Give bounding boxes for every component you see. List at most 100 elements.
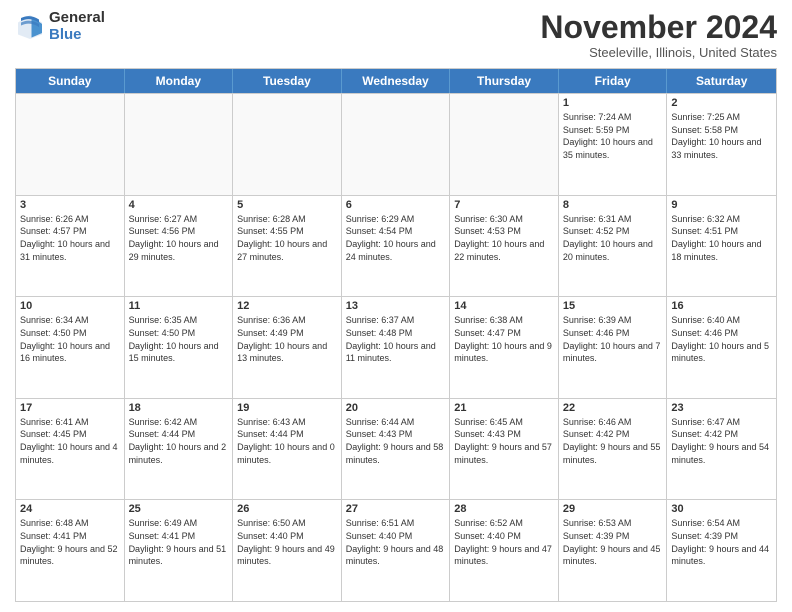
- day-cell-10: 10 Sunrise: 6:34 AM Sunset: 4:50 PM Dayli…: [16, 297, 125, 398]
- day-info: Sunrise: 6:50 AM Sunset: 4:40 PM Dayligh…: [237, 517, 337, 567]
- day-number: 10: [20, 300, 120, 312]
- weekday-header-thursday: Thursday: [450, 69, 559, 93]
- day-info: Sunrise: 6:41 AM Sunset: 4:45 PM Dayligh…: [20, 416, 120, 466]
- logo-icon: [15, 12, 45, 42]
- day-number: 18: [129, 402, 229, 414]
- day-number: 29: [563, 503, 663, 515]
- day-cell-28: 28 Sunrise: 6:52 AM Sunset: 4:40 PM Dayli…: [450, 500, 559, 601]
- day-cell-18: 18 Sunrise: 6:42 AM Sunset: 4:44 PM Dayli…: [125, 399, 234, 500]
- day-number: 21: [454, 402, 554, 414]
- location: Steeleville, Illinois, United States: [540, 45, 777, 60]
- month-title: November 2024: [540, 10, 777, 45]
- day-number: 27: [346, 503, 446, 515]
- day-cell-2: 2 Sunrise: 7:25 AM Sunset: 5:58 PM Daylig…: [667, 94, 776, 195]
- calendar-row-3: 17Sunrise: 6:41 AM Sunset: 4:45 PM Dayli…: [16, 398, 776, 500]
- day-cell-7: 7Sunrise: 6:30 AM Sunset: 4:53 PM Daylig…: [450, 196, 559, 297]
- day-info: Sunrise: 6:53 AM Sunset: 4:39 PM Dayligh…: [563, 517, 663, 567]
- calendar-row-0: 1 Sunrise: 7:24 AM Sunset: 5:59 PM Daylig…: [16, 93, 776, 195]
- day-cell-14: 14 Sunrise: 6:38 AM Sunset: 4:47 PM Dayli…: [450, 297, 559, 398]
- weekday-header-wednesday: Wednesday: [342, 69, 451, 93]
- day-cell-23: 23 Sunrise: 6:47 AM Sunset: 4:42 PM Dayli…: [667, 399, 776, 500]
- empty-cell: [16, 94, 125, 195]
- day-info: Sunrise: 6:34 AM Sunset: 4:50 PM Dayligh…: [20, 314, 120, 364]
- day-number: 14: [454, 300, 554, 312]
- day-number: 15: [563, 300, 663, 312]
- day-info: Sunrise: 6:40 AM Sunset: 4:46 PM Dayligh…: [671, 314, 772, 364]
- day-info: Sunrise: 6:45 AM Sunset: 4:43 PM Dayligh…: [454, 416, 554, 466]
- day-cell-21: 21 Sunrise: 6:45 AM Sunset: 4:43 PM Dayli…: [450, 399, 559, 500]
- title-block: November 2024 Steeleville, Illinois, Uni…: [540, 10, 777, 60]
- day-number: 6: [346, 199, 446, 211]
- day-info: Sunrise: 6:27 AM Sunset: 4:56 PM Dayligh…: [129, 213, 229, 263]
- day-number: 28: [454, 503, 554, 515]
- day-info: Sunrise: 6:32 AM Sunset: 4:51 PM Dayligh…: [671, 213, 772, 263]
- day-info: Sunrise: 6:38 AM Sunset: 4:47 PM Dayligh…: [454, 314, 554, 364]
- day-number: 5: [237, 199, 337, 211]
- day-number: 25: [129, 503, 229, 515]
- day-cell-22: 22 Sunrise: 6:46 AM Sunset: 4:42 PM Dayli…: [559, 399, 668, 500]
- day-cell-24: 24 Sunrise: 6:48 AM Sunset: 4:41 PM Dayli…: [16, 500, 125, 601]
- calendar: SundayMondayTuesdayWednesdayThursdayFrid…: [15, 68, 777, 602]
- day-cell-3: 3 Sunrise: 6:26 AM Sunset: 4:57 PM Daylig…: [16, 196, 125, 297]
- day-info: Sunrise: 6:49 AM Sunset: 4:41 PM Dayligh…: [129, 517, 229, 567]
- weekday-header-monday: Monday: [125, 69, 234, 93]
- day-number: 2: [671, 97, 772, 109]
- day-cell-15: 15 Sunrise: 6:39 AM Sunset: 4:46 PM Dayli…: [559, 297, 668, 398]
- logo-blue-text: Blue: [49, 27, 105, 44]
- day-cell-17: 17Sunrise: 6:41 AM Sunset: 4:45 PM Dayli…: [16, 399, 125, 500]
- day-number: 24: [20, 503, 120, 515]
- day-cell-8: 8 Sunrise: 6:31 AM Sunset: 4:52 PM Daylig…: [559, 196, 668, 297]
- day-info: Sunrise: 6:28 AM Sunset: 4:55 PM Dayligh…: [237, 213, 337, 263]
- day-number: 19: [237, 402, 337, 414]
- day-info: Sunrise: 7:24 AM Sunset: 5:59 PM Dayligh…: [563, 111, 663, 161]
- header: General Blue November 2024 Steeleville, …: [15, 10, 777, 60]
- day-number: 1: [563, 97, 663, 109]
- day-info: Sunrise: 6:29 AM Sunset: 4:54 PM Dayligh…: [346, 213, 446, 263]
- day-info: Sunrise: 6:48 AM Sunset: 4:41 PM Dayligh…: [20, 517, 120, 567]
- day-number: 12: [237, 300, 337, 312]
- day-number: 26: [237, 503, 337, 515]
- day-info: Sunrise: 6:54 AM Sunset: 4:39 PM Dayligh…: [671, 517, 772, 567]
- day-info: Sunrise: 7:25 AM Sunset: 5:58 PM Dayligh…: [671, 111, 772, 161]
- day-cell-26: 26 Sunrise: 6:50 AM Sunset: 4:40 PM Dayli…: [233, 500, 342, 601]
- day-info: Sunrise: 6:42 AM Sunset: 4:44 PM Dayligh…: [129, 416, 229, 466]
- weekday-header-tuesday: Tuesday: [233, 69, 342, 93]
- day-cell-19: 19 Sunrise: 6:43 AM Sunset: 4:44 PM Dayli…: [233, 399, 342, 500]
- day-cell-12: 12Sunrise: 6:36 AM Sunset: 4:49 PM Dayli…: [233, 297, 342, 398]
- calendar-row-1: 3 Sunrise: 6:26 AM Sunset: 4:57 PM Daylig…: [16, 195, 776, 297]
- day-info: Sunrise: 6:31 AM Sunset: 4:52 PM Dayligh…: [563, 213, 663, 263]
- empty-cell: [125, 94, 234, 195]
- day-info: Sunrise: 6:44 AM Sunset: 4:43 PM Dayligh…: [346, 416, 446, 466]
- day-number: 3: [20, 199, 120, 211]
- logo-general-text: General: [49, 10, 105, 27]
- day-cell-5: 5 Sunrise: 6:28 AM Sunset: 4:55 PM Daylig…: [233, 196, 342, 297]
- calendar-body: 1 Sunrise: 7:24 AM Sunset: 5:59 PM Daylig…: [16, 93, 776, 601]
- weekday-header-friday: Friday: [559, 69, 668, 93]
- day-number: 13: [346, 300, 446, 312]
- calendar-row-4: 24 Sunrise: 6:48 AM Sunset: 4:41 PM Dayli…: [16, 499, 776, 601]
- day-cell-13: 13Sunrise: 6:37 AM Sunset: 4:48 PM Dayli…: [342, 297, 451, 398]
- day-number: 4: [129, 199, 229, 211]
- day-cell-27: 27 Sunrise: 6:51 AM Sunset: 4:40 PM Dayli…: [342, 500, 451, 601]
- day-info: Sunrise: 6:26 AM Sunset: 4:57 PM Dayligh…: [20, 213, 120, 263]
- day-cell-9: 9Sunrise: 6:32 AM Sunset: 4:51 PM Daylig…: [667, 196, 776, 297]
- day-info: Sunrise: 6:52 AM Sunset: 4:40 PM Dayligh…: [454, 517, 554, 567]
- empty-cell: [342, 94, 451, 195]
- logo-text: General Blue: [49, 10, 105, 43]
- day-info: Sunrise: 6:35 AM Sunset: 4:50 PM Dayligh…: [129, 314, 229, 364]
- day-info: Sunrise: 6:47 AM Sunset: 4:42 PM Dayligh…: [671, 416, 772, 466]
- day-cell-11: 11Sunrise: 6:35 AM Sunset: 4:50 PM Dayli…: [125, 297, 234, 398]
- empty-cell: [233, 94, 342, 195]
- empty-cell: [450, 94, 559, 195]
- calendar-header: SundayMondayTuesdayWednesdayThursdayFrid…: [16, 69, 776, 93]
- day-number: 8: [563, 199, 663, 211]
- day-number: 22: [563, 402, 663, 414]
- day-number: 23: [671, 402, 772, 414]
- day-info: Sunrise: 6:46 AM Sunset: 4:42 PM Dayligh…: [563, 416, 663, 466]
- day-info: Sunrise: 6:39 AM Sunset: 4:46 PM Dayligh…: [563, 314, 663, 364]
- day-cell-16: 16Sunrise: 6:40 AM Sunset: 4:46 PM Dayli…: [667, 297, 776, 398]
- day-cell-29: 29 Sunrise: 6:53 AM Sunset: 4:39 PM Dayli…: [559, 500, 668, 601]
- weekday-header-sunday: Sunday: [16, 69, 125, 93]
- day-info: Sunrise: 6:43 AM Sunset: 4:44 PM Dayligh…: [237, 416, 337, 466]
- day-info: Sunrise: 6:51 AM Sunset: 4:40 PM Dayligh…: [346, 517, 446, 567]
